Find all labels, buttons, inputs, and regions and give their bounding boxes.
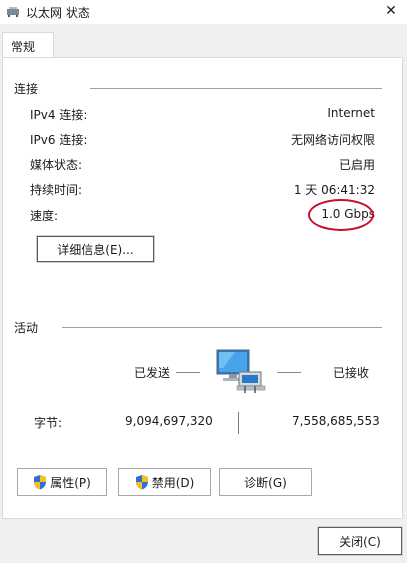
bytes-label: 字节: xyxy=(34,416,63,430)
close-button[interactable]: 关闭(C) xyxy=(318,527,402,555)
activity-separator xyxy=(62,327,382,328)
tab-general-label: 常规 xyxy=(11,40,36,54)
tab-general[interactable]: 常规 xyxy=(2,32,54,59)
ipv6-value: 无网络访问权限 xyxy=(290,133,375,147)
duration-value: 1 天 06:41:32 xyxy=(293,183,375,197)
speed-label: 速度: xyxy=(30,209,59,223)
network-adapter-icon xyxy=(7,7,19,17)
shield-icon xyxy=(34,475,47,490)
properties-button-label: 属性(P) xyxy=(50,475,91,490)
connection-separator xyxy=(90,88,382,89)
window-title: 以太网 状态 xyxy=(26,6,90,20)
disable-button[interactable]: 禁用(D) xyxy=(118,468,211,496)
general-panel xyxy=(2,57,403,519)
disable-button-label: 禁用(D) xyxy=(151,475,195,490)
close-icon[interactable]: ✕ xyxy=(381,1,401,21)
title-bar: 以太网 状态 ✕ xyxy=(0,0,407,24)
computer-network-icon xyxy=(216,349,266,393)
bytes-divider xyxy=(238,412,239,434)
ipv4-label: IPv4 连接: xyxy=(30,108,88,122)
speed-highlight-oval xyxy=(308,199,374,231)
sent-dash xyxy=(176,372,200,373)
connection-heading: 连接 xyxy=(14,82,39,96)
bytes-received-value: 7,558,685,553 xyxy=(292,414,380,428)
details-button[interactable]: 详细信息(E)... xyxy=(37,236,154,262)
details-button-label: 详细信息(E)... xyxy=(57,242,134,257)
properties-button[interactable]: 属性(P) xyxy=(17,468,107,496)
bytes-sent-value: 9,094,697,320 xyxy=(125,414,213,428)
diagnose-button[interactable]: 诊断(G) xyxy=(219,468,312,496)
received-label: 已接收 xyxy=(333,366,370,380)
ipv6-label: IPv6 连接: xyxy=(30,133,88,147)
activity-heading: 活动 xyxy=(14,321,39,335)
received-dash xyxy=(277,372,301,373)
shield-icon xyxy=(135,475,148,490)
diagnose-button-label: 诊断(G) xyxy=(244,475,287,490)
ipv4-value: Internet xyxy=(327,106,375,120)
close-button-label: 关闭(C) xyxy=(339,534,381,549)
media-state-value: 已启用 xyxy=(338,158,375,172)
duration-label: 持续时间: xyxy=(30,183,83,197)
sent-label: 已发送 xyxy=(134,366,171,380)
media-state-label: 媒体状态: xyxy=(30,158,83,172)
